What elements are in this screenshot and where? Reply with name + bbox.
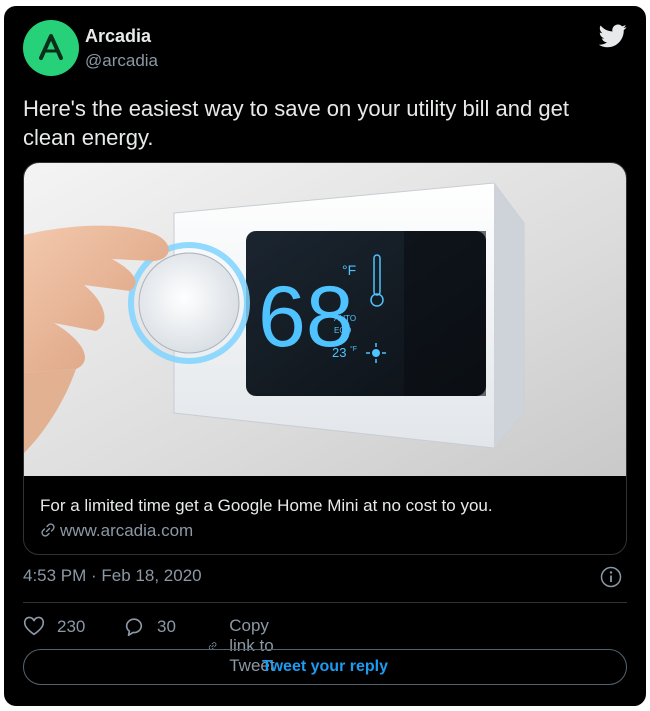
tweet-card: Arcadia @arcadia Here's the easiest way …: [4, 6, 646, 706]
thermostat-mode-auto: AUTO: [334, 314, 356, 323]
like-count: 230: [57, 617, 86, 636]
reply-bubble-icon: [125, 618, 143, 637]
thermostat-mode-eco: ECO: [334, 326, 351, 335]
arcadia-logo-icon: [39, 34, 63, 60]
divider: [23, 602, 627, 603]
link-card-url[interactable]: www.arcadia.com: [40, 521, 193, 541]
link-card-url-text: www.arcadia.com: [60, 521, 194, 540]
link-icon: [41, 523, 55, 537]
reply-count: 30: [157, 617, 176, 636]
thermostat-outside-temp: 23: [332, 345, 346, 360]
link-card-title[interactable]: For a limited time get a Google Home Min…: [40, 496, 493, 516]
heart-icon: [23, 616, 45, 636]
tweet-text: Here's the easiest way to save on your u…: [23, 96, 569, 150]
tweet-timestamp[interactable]: 4:53 PM · Feb 18, 2020: [23, 566, 202, 586]
link-card[interactable]: 68 °F AUTO ECO 23 °F For a limited time …: [23, 162, 627, 555]
reply-button[interactable]: 30: [123, 616, 176, 638]
thermostat-unit: °F: [342, 262, 356, 278]
thermostat-outside-unit: °F: [350, 345, 357, 353]
avatar[interactable]: [23, 20, 79, 76]
user-handle[interactable]: @arcadia: [85, 51, 158, 71]
twitter-bird-icon[interactable]: [598, 24, 627, 53]
like-button[interactable]: 230: [23, 616, 85, 638]
thermostat-photo: 68 °F AUTO ECO 23 °F: [24, 163, 626, 476]
display-name[interactable]: Arcadia: [85, 26, 151, 47]
info-icon[interactable]: [600, 566, 622, 593]
tweet-your-reply-button[interactable]: Tweet your reply: [23, 649, 627, 685]
